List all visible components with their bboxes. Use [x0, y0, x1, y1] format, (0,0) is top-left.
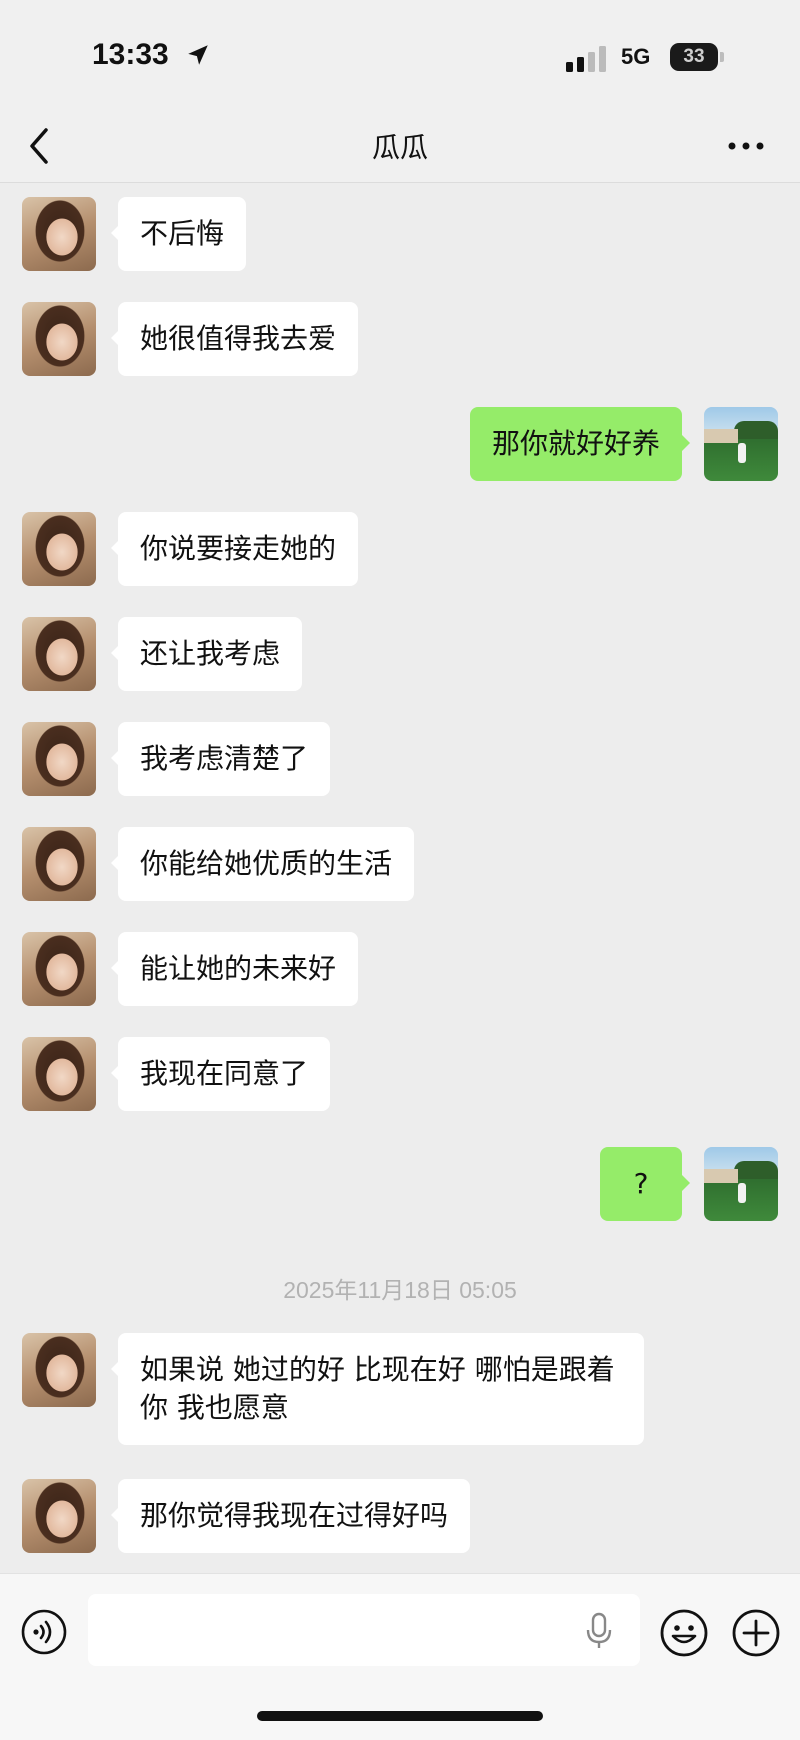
chat-list[interactable]: 不后悔 她很值得我去爱 那你就好好养 你说要接走她的 还让我考虑 我考虑清楚了 …	[0, 183, 800, 1573]
status-bar: 13:33 5G 33	[0, 0, 800, 110]
emoji-icon[interactable]	[659, 1608, 709, 1658]
chat-timestamp: 2025年11月18日 05:05	[283, 1277, 517, 1303]
message-input[interactable]	[88, 1594, 640, 1666]
input-bar	[0, 1573, 800, 1740]
message-bubble[interactable]: 那你就好好养	[469, 407, 682, 481]
contact-avatar[interactable]	[22, 827, 96, 901]
message-bubble[interactable]: 我现在同意了	[118, 1037, 331, 1111]
message-bubble[interactable]: 你说要接走她的	[118, 512, 359, 586]
contact-avatar[interactable]	[22, 1479, 96, 1553]
contact-avatar[interactable]	[22, 512, 96, 586]
message-bubble[interactable]: 能让她的未来好	[118, 932, 359, 1006]
chat-title: 瓜瓜	[371, 131, 428, 164]
message-bubble[interactable]: 我考虑清楚了	[118, 722, 331, 796]
contact-avatar[interactable]	[22, 932, 96, 1006]
contact-avatar[interactable]	[22, 197, 96, 271]
nav-bar: 瓜瓜	[0, 110, 800, 183]
plus-icon[interactable]	[731, 1608, 781, 1658]
contact-avatar[interactable]	[22, 722, 96, 796]
message-bubble[interactable]: 那你觉得我现在过得好吗	[118, 1479, 471, 1553]
contact-avatar[interactable]	[22, 617, 96, 691]
contact-avatar[interactable]	[22, 302, 96, 376]
message-bubble[interactable]: 如果说 她过的好 比现在好 哪怕是跟着你 我也愿意	[118, 1333, 644, 1445]
location-arrow-icon	[188, 45, 208, 65]
more-icon[interactable]	[724, 136, 768, 156]
message-bubble[interactable]: 还让我考虑	[118, 617, 303, 691]
voice-icon[interactable]	[20, 1608, 68, 1656]
message-bubble[interactable]: 不后悔	[118, 197, 247, 271]
network-label: 5G	[621, 44, 651, 69]
my-avatar[interactable]	[704, 407, 778, 481]
home-indicator	[257, 1711, 543, 1721]
message-bubble[interactable]: ?	[600, 1147, 682, 1221]
contact-avatar[interactable]	[22, 1333, 96, 1407]
message-bubble[interactable]: 你能给她优质的生活	[118, 827, 415, 901]
contact-avatar[interactable]	[22, 1037, 96, 1111]
message-bubble[interactable]: 她很值得我去爱	[118, 302, 359, 376]
microphone-icon[interactable]	[584, 1612, 614, 1650]
battery-level: 33	[683, 46, 705, 67]
status-time: 13:33	[92, 38, 169, 71]
my-avatar[interactable]	[704, 1147, 778, 1221]
signal-icon	[566, 46, 606, 72]
battery-icon: 33	[670, 43, 726, 71]
